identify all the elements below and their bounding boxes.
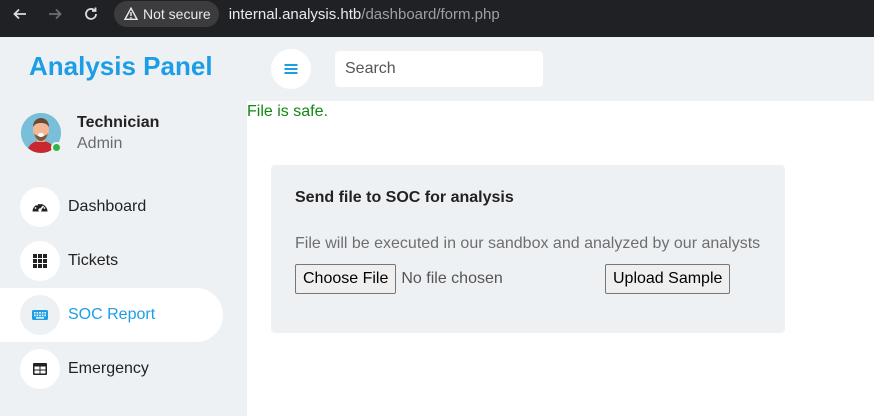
upload-sample-button[interactable]: Upload Sample — [605, 264, 731, 294]
reload-button[interactable] — [73, 0, 109, 28]
sidebar-item-tickets[interactable]: Tickets — [0, 234, 223, 288]
file-status-text: No file chosen — [401, 270, 503, 287]
keyboard-icon — [20, 295, 60, 335]
back-button[interactable] — [2, 0, 38, 28]
upload-card: Send file to SOC for analysis File will … — [271, 165, 785, 333]
sidebar-item-label: SOC Report — [68, 306, 156, 323]
sidebar: Analysis Panel Technician Admin Dashboar… — [0, 37, 247, 416]
security-label: Not secure — [143, 6, 211, 22]
user-profile: Technician Admin — [21, 113, 159, 153]
url-path: /dashboard/form.php — [361, 5, 500, 23]
menu-toggle-button[interactable] — [271, 49, 311, 89]
card-title: Send file to SOC for analysis — [295, 189, 514, 206]
arrow-left-icon — [13, 8, 26, 20]
user-role: Admin — [77, 134, 123, 152]
result-message: File is safe. — [247, 103, 328, 120]
user-name: Technician — [77, 113, 160, 131]
top-bar — [247, 37, 874, 101]
url-text: internal.analysis.htb/dashboard/form.php — [229, 6, 500, 23]
hamburger-menu-icon — [284, 64, 298, 74]
sidebar-item-dashboard[interactable]: Dashboard — [0, 180, 223, 234]
arrow-right-icon — [49, 8, 62, 20]
brand-title[interactable]: Analysis Panel — [29, 51, 213, 82]
security-indicator[interactable]: Not secure — [114, 1, 219, 27]
warning-icon — [124, 7, 138, 20]
search-input[interactable] — [335, 51, 543, 87]
online-status-badge — [51, 142, 62, 153]
grid-icon — [20, 241, 60, 281]
url-host: internal.analysis.htb — [228, 5, 362, 23]
card-description: File will be executed in our sandbox and… — [295, 235, 761, 252]
forward-button[interactable] — [37, 0, 73, 28]
table-icon — [20, 349, 60, 389]
sidebar-item-soc-report[interactable]: SOC Report — [0, 288, 223, 342]
sidebar-item-label: Tickets — [68, 252, 119, 269]
speedometer-icon — [20, 187, 60, 227]
avatar[interactable] — [21, 113, 62, 153]
choose-file-button[interactable]: Choose File — [295, 264, 397, 294]
sidebar-item-label: Emergency — [68, 360, 149, 377]
browser-toolbar: Not secure internal.analysis.htb/dashboa… — [0, 0, 874, 37]
sidebar-item-emergency[interactable]: Emergency — [0, 342, 223, 396]
reload-icon — [85, 7, 97, 20]
sidebar-item-label: Dashboard — [68, 198, 147, 215]
address-bar[interactable]: Not secure internal.analysis.htb/dashboa… — [114, 1, 500, 27]
file-input[interactable]: Choose File No file chosen — [295, 264, 503, 294]
